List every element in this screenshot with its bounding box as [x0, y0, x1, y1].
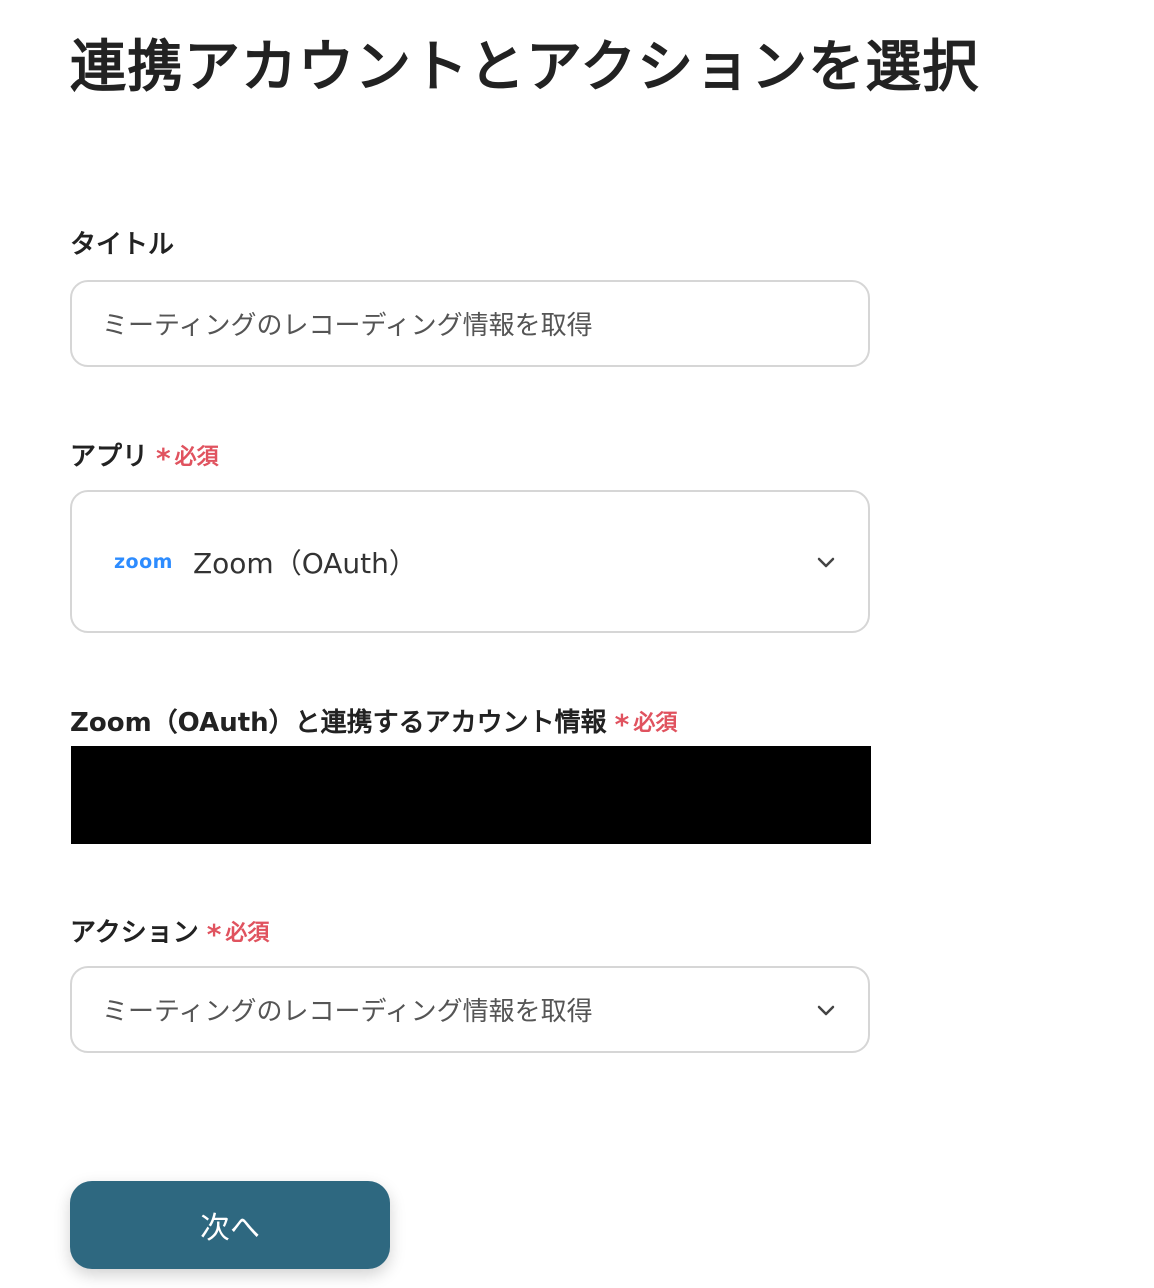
title-label-text: タイトル — [70, 230, 175, 260]
action-field-label: アクション * 必須 — [70, 912, 269, 949]
required-asterisk: * — [206, 917, 222, 951]
required-asterisk: * — [614, 707, 630, 741]
title-field-label: タイトル — [70, 224, 174, 261]
app-field-label: アプリ * 必須 — [70, 436, 219, 473]
required-asterisk: * — [156, 441, 171, 475]
page: 連携アカウントとアクションを選択 タイトル ミーティングのレコーディング情報を取… — [0, 0, 1154, 1288]
chevron-down-icon — [817, 557, 835, 567]
required-badge: * 必須 — [156, 439, 219, 475]
account-label-text: Zoom（OAuth）と連携するアカウント情報 — [70, 708, 607, 738]
app-select-value: Zoom（OAuth） — [192, 546, 417, 580]
app-label-text: アプリ — [70, 442, 149, 472]
required-text: 必須 — [174, 444, 219, 470]
required-text: 必須 — [225, 920, 270, 946]
chevron-down-icon — [817, 1005, 835, 1015]
title-input[interactable]: ミーティングのレコーディング情報を取得 — [70, 280, 870, 367]
required-badge: * 必須 — [614, 705, 678, 741]
page-title: 連携アカウントとアクションを選択 — [70, 35, 980, 100]
required-text: 必須 — [633, 710, 678, 736]
action-label-text: アクション — [70, 918, 199, 948]
account-select-redacted[interactable] — [71, 746, 871, 844]
zoom-logo-icon: zoom — [114, 550, 173, 573]
action-select-value: ミーティングのレコーディング情報を取得 — [102, 997, 593, 1027]
account-field-label: Zoom（OAuth）と連携するアカウント情報 * 必須 — [70, 702, 677, 739]
title-input-value: ミーティングのレコーディング情報を取得 — [102, 311, 593, 341]
next-button[interactable]: 次へ — [70, 1181, 390, 1269]
action-select[interactable]: ミーティングのレコーディング情報を取得 — [70, 966, 870, 1053]
required-badge: * 必須 — [206, 915, 270, 951]
app-select[interactable]: zoom Zoom（OAuth） — [70, 490, 870, 633]
